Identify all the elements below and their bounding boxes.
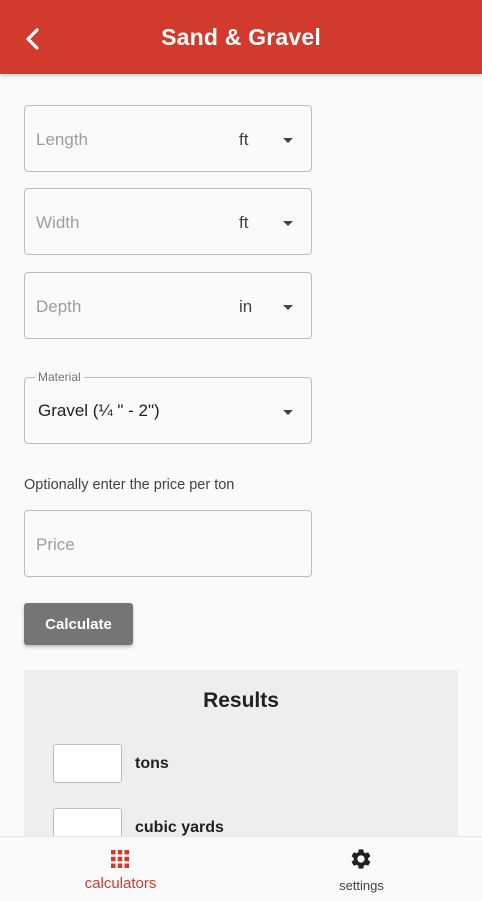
material-value: Gravel (¼ " - 2"): [38, 401, 160, 420]
price-field[interactable]: Price: [24, 510, 312, 577]
price-placeholder: Price: [36, 535, 75, 554]
gear-icon: [351, 849, 371, 869]
material-label: Material: [35, 370, 84, 384]
bottom-navigation: calculators settings: [0, 836, 482, 900]
width-unit[interactable]: ft: [239, 213, 248, 233]
length-unit-dropdown-icon[interactable]: [283, 138, 293, 143]
length-field[interactable]: Length ft: [24, 105, 312, 172]
grid-icon: [111, 850, 129, 868]
price-helper-text: Optionally enter the price per ton: [24, 477, 235, 493]
width-placeholder: Width: [36, 213, 80, 232]
back-button[interactable]: [16, 22, 50, 56]
nav-label-settings: settings: [339, 878, 384, 893]
page-title: Sand & Gravel: [161, 23, 321, 50]
depth-unit[interactable]: in: [239, 297, 252, 317]
length-placeholder: Length: [36, 130, 88, 149]
calculate-button[interactable]: Calculate: [24, 603, 133, 645]
nav-item-calculators[interactable]: calculators: [0, 837, 241, 901]
material-dropdown-icon[interactable]: [283, 410, 293, 415]
arrow-back-icon: [26, 28, 39, 50]
depth-unit-dropdown-icon[interactable]: [283, 305, 293, 310]
cubic-yards-label: cubic yards: [135, 819, 224, 836]
depth-field[interactable]: Depth in: [24, 272, 312, 339]
width-field[interactable]: Width ft: [24, 188, 312, 255]
tons-value-box: [53, 744, 122, 783]
results-panel: Results tons cubic yards: [24, 670, 458, 847]
depth-placeholder: Depth: [36, 297, 82, 316]
tons-label: tons: [135, 755, 169, 772]
width-unit-dropdown-icon[interactable]: [283, 221, 293, 226]
nav-label-calculators: calculators: [84, 875, 157, 892]
results-title: Results: [203, 689, 279, 712]
length-unit[interactable]: ft: [239, 130, 248, 150]
nav-item-settings[interactable]: settings: [241, 837, 482, 901]
app-bar: Sand & Gravel: [0, 0, 482, 74]
material-select[interactable]: Material Gravel (¼ " - 2"): [24, 370, 312, 444]
